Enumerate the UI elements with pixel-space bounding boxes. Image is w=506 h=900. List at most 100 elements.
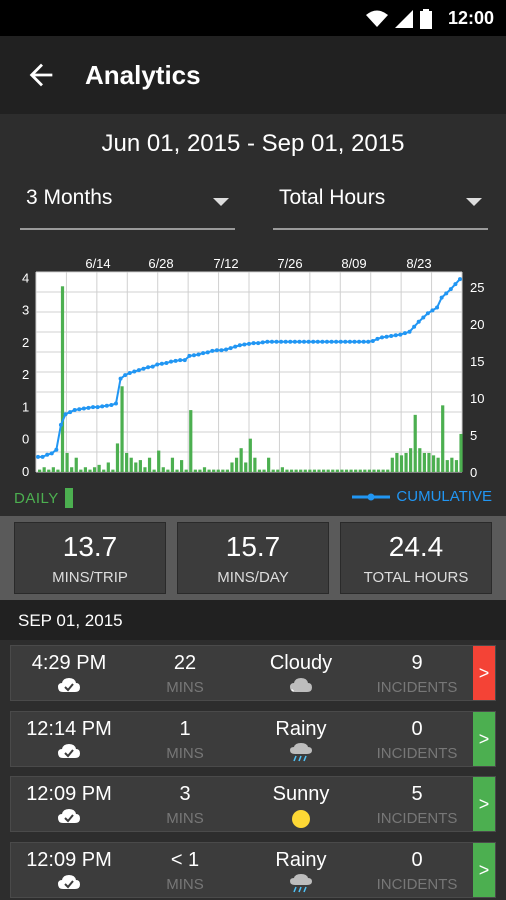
cumulative-point	[260, 340, 265, 345]
cumulative-point	[370, 338, 375, 343]
y-left-tick-label: 2	[22, 335, 29, 350]
y-left-tick-label: 3	[22, 303, 29, 318]
daily-bar	[262, 469, 266, 472]
cumulative-point	[324, 339, 329, 344]
cumulative-point	[347, 339, 352, 344]
daily-bar	[189, 410, 193, 472]
daily-bar	[253, 457, 257, 472]
cumulative-point	[320, 339, 325, 344]
trip-mins-cell: < 1 MINS	[127, 849, 243, 893]
trip-time: 12:09 PM	[26, 849, 112, 871]
cumulative-point	[338, 339, 343, 344]
trip-row[interactable]: 4:29 PM 22 MINS Cloudy 9 INCIDENTS >	[10, 645, 496, 701]
daily-bar	[111, 469, 115, 472]
cumulative-point	[393, 333, 398, 338]
cumulative-point	[256, 341, 261, 346]
signal-icon	[395, 10, 413, 28]
trip-open-button[interactable]: >	[473, 777, 495, 831]
stat-card-total-hours: 24.4 TOTAL HOURS	[340, 522, 492, 594]
daily-bar	[106, 462, 110, 472]
trip-weather: Cloudy	[269, 652, 333, 674]
status-bar: 12:00	[0, 0, 506, 36]
cumulative-point	[72, 407, 77, 412]
daily-bar	[409, 448, 413, 472]
trip-row[interactable]: 12:09 PM 3 MINS Sunny 5 INCIDENTS >	[10, 776, 496, 832]
trip-open-button[interactable]: >	[473, 843, 495, 897]
trip-incidents-cell: 0 INCIDENTS	[359, 849, 475, 893]
trip-open-button[interactable]: >	[473, 646, 495, 700]
daily-bar	[88, 469, 92, 472]
daily-bar	[340, 469, 344, 472]
daily-bar	[354, 469, 358, 472]
metric-dropdown[interactable]: Total Hours	[273, 178, 488, 230]
chevron-down-icon	[466, 198, 482, 206]
daily-bar	[92, 467, 97, 472]
cumulative-point	[132, 369, 137, 374]
cumulative-point	[49, 451, 54, 456]
cumulative-point	[205, 350, 210, 355]
cumulative-point	[123, 373, 128, 378]
cumulative-point	[315, 339, 320, 344]
x-tick-label: 7/26	[277, 256, 302, 271]
daily-bar	[399, 455, 404, 472]
cumulative-point	[155, 362, 160, 367]
trip-row[interactable]: 12:14 PM 1 MINS Rainy 0 INCIDENTS >	[10, 711, 496, 767]
cumulative-point	[402, 331, 407, 336]
y-right-tick-label: 20	[470, 317, 484, 332]
daily-bar	[47, 469, 51, 472]
cumulative-point	[297, 339, 302, 344]
daily-bar	[322, 469, 326, 472]
cumulative-point	[375, 336, 380, 341]
daily-bar	[129, 457, 133, 472]
trip-incidents-label: INCIDENTS	[376, 876, 458, 893]
daily-bar	[276, 469, 280, 472]
trip-time-cell: 12:09 PM	[11, 783, 127, 829]
trip-row[interactable]: 12:09 PM < 1 MINS Rainy 0 INCIDENTS >	[10, 842, 496, 898]
chevron-down-icon	[213, 198, 229, 206]
daily-bar	[230, 462, 234, 472]
daily-bar	[60, 286, 65, 472]
trip-mins: 22	[173, 652, 197, 674]
y-right-tick-label: 5	[470, 428, 477, 443]
legend-cumulative: CUMULATIVE	[352, 488, 492, 505]
cumulative-point	[63, 412, 68, 417]
daily-bar	[152, 469, 156, 472]
arrow-left-icon[interactable]	[24, 58, 58, 92]
trip-mins-label: MINS	[166, 745, 204, 762]
daily-bar	[326, 469, 330, 472]
trip-open-button[interactable]: >	[473, 712, 495, 766]
cumulative-point	[54, 447, 59, 452]
daily-bar	[372, 469, 376, 472]
section-header: SEP 01, 2015	[0, 600, 506, 640]
daily-bar	[312, 469, 317, 472]
rain-icon	[243, 874, 359, 899]
battery-icon	[420, 9, 432, 29]
trip-weather: Rainy	[275, 718, 327, 740]
daily-bar	[436, 457, 440, 472]
trip-time: 4:29 PM	[31, 652, 107, 674]
cumulative-point	[288, 339, 293, 344]
wifi-icon	[366, 10, 388, 27]
cumulative-point	[357, 339, 362, 344]
period-dropdown[interactable]: 3 Months	[20, 178, 235, 230]
cumulative-point	[292, 339, 297, 344]
daily-bar	[234, 457, 239, 472]
daily-bar	[180, 460, 184, 472]
trip-mins-label: MINS	[166, 679, 204, 696]
cumulative-point	[45, 452, 50, 457]
trip-incidents: 9	[411, 652, 423, 674]
daily-bar	[202, 467, 207, 472]
period-value: 3 Months	[26, 186, 113, 209]
daily-bar	[212, 469, 216, 472]
cumulative-point	[113, 401, 118, 406]
trip-time-cell: 12:14 PM	[11, 718, 127, 764]
daily-bar	[198, 469, 202, 472]
daily-bar	[450, 457, 454, 472]
daily-bar	[248, 438, 252, 472]
daily-bar	[386, 469, 390, 472]
trip-incidents: 0	[411, 718, 423, 740]
trip-mins-label: MINS	[166, 810, 204, 827]
cumulative-point	[247, 341, 251, 346]
stat-label: MINS/DAY	[217, 569, 289, 586]
trip-weather-cell: Cloudy	[243, 652, 359, 698]
